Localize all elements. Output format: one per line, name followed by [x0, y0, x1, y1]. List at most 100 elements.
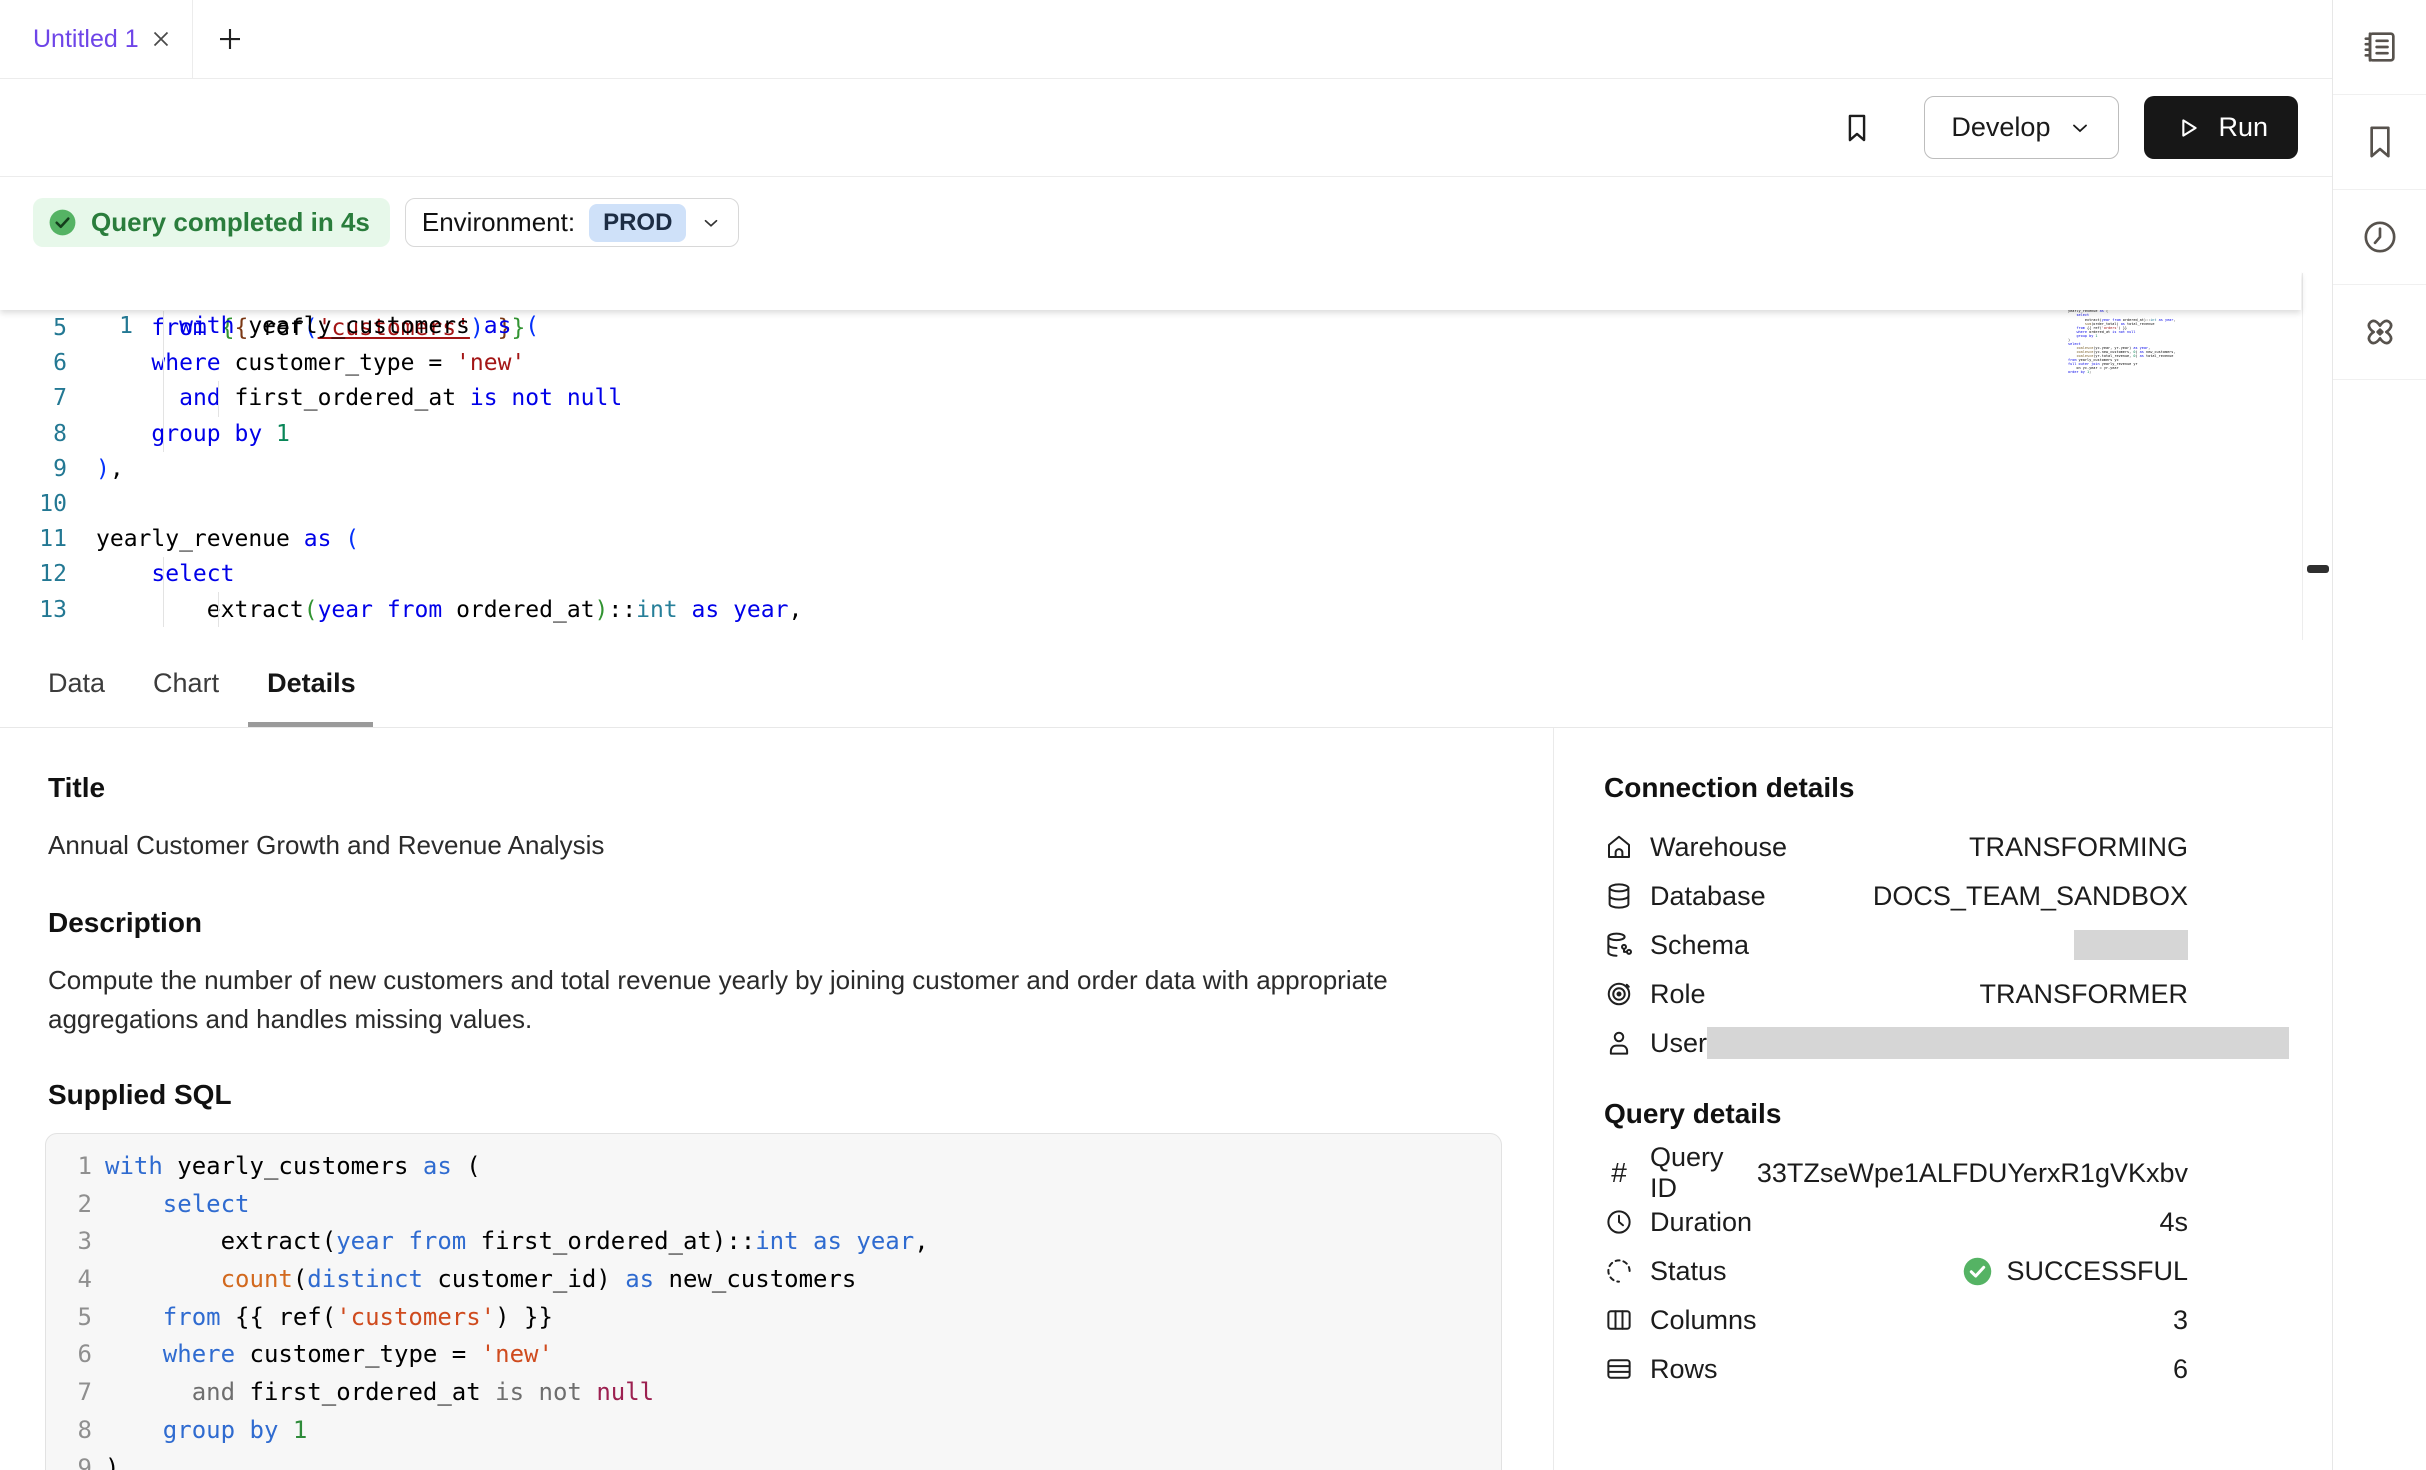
run-button[interactable]: Run: [2144, 96, 2298, 159]
header-row: Develop Run: [0, 79, 2332, 177]
detail-value-text: DOCS_TEAM_SANDBOX: [1873, 881, 2188, 912]
code-token: where: [151, 350, 220, 376]
code-token: as: [484, 313, 512, 339]
history-icon: [2360, 217, 2400, 257]
new-tab-button[interactable]: [215, 24, 245, 54]
sql-editor[interactable]: 1with yearly_customers as ( 5 from {{ re…: [0, 272, 2332, 640]
editor-line[interactable]: 13 extract(year from ordered_at)::int as…: [0, 593, 2332, 628]
code-token: [96, 421, 151, 447]
rail-button-notebook[interactable]: [2333, 0, 2426, 95]
code-token: 'new': [481, 1340, 553, 1368]
develop-label: Develop: [1951, 112, 2050, 143]
detail-value: TRANSFORMER: [1980, 979, 2189, 1010]
detail-label: Rows: [1650, 1354, 1718, 1385]
code-token: (: [293, 1265, 307, 1293]
develop-dropdown[interactable]: Develop: [1924, 96, 2119, 159]
supplied-sql-heading: Supplied SQL: [48, 1079, 1503, 1111]
code-token: as: [692, 597, 720, 623]
tab-details[interactable]: Details: [267, 640, 356, 727]
minimap-line: order by 1;: [2068, 370, 2194, 374]
code-token: customer_id): [423, 1265, 625, 1293]
editor-line[interactable]: 11 yearly_revenue as (: [0, 522, 2332, 557]
code-line: group by 1: [96, 421, 290, 447]
detail-value: 3: [2173, 1305, 2188, 1336]
editor-line[interactable]: 6 where customer_type = 'new': [0, 346, 2332, 381]
detail-value-text: 33TZseWpe1ALFDUYerxR1gVKxbv: [1757, 1158, 2188, 1189]
code-token: ,: [788, 597, 802, 623]
code-token: [262, 421, 276, 447]
code-token: first_ordered_at: [235, 1378, 495, 1406]
line-number: 11: [0, 522, 67, 557]
role-icon: [1604, 979, 1634, 1009]
rail-button-explore[interactable]: [2333, 285, 2426, 380]
code-token: [842, 1227, 856, 1255]
code-token: customer_type =: [235, 1340, 481, 1368]
editor-line[interactable]: 8 group by 1: [0, 417, 2332, 452]
line-number: 5: [52, 1299, 92, 1337]
code-token: yearly_revenue: [96, 526, 304, 552]
code-token: 1: [2095, 334, 2097, 338]
detail-label: Warehouse: [1650, 832, 1787, 863]
explore-icon: [2360, 312, 2400, 352]
code-token: and: [179, 385, 221, 411]
editor-line[interactable]: 9),: [0, 452, 2332, 487]
code-token: [96, 561, 151, 587]
sql-line: 6 where customer_type = 'new': [52, 1336, 1501, 1374]
code-token: extract(: [105, 1227, 336, 1255]
code-token: as: [304, 526, 332, 552]
environment-selector[interactable]: Environment: PROD: [405, 198, 740, 247]
editor-line[interactable]: 12 select: [0, 557, 2332, 592]
code-token: from: [408, 1227, 466, 1255]
editor-code-lines[interactable]: 5 from {{ ref('customers') }}6 where cus…: [0, 311, 2332, 628]
active-tab-indicator: [248, 722, 373, 727]
code-token: ,: [2173, 318, 2175, 322]
line-number: 13: [0, 593, 67, 628]
code-token: [678, 597, 692, 623]
detail-value: 33TZseWpe1ALFDUYerxR1gVKxbv: [1757, 1158, 2188, 1189]
editor-tab-bar: Untitled 1: [0, 0, 2332, 79]
editor-scrollbar[interactable]: [2302, 273, 2332, 640]
detail-label: Columns: [1650, 1305, 1757, 1336]
detail-row-database: DatabaseDOCS_TEAM_SANDBOX: [1604, 879, 2188, 913]
code-token: from: [163, 1303, 221, 1331]
bookmark-icon[interactable]: [1840, 111, 1874, 145]
code-token: [96, 385, 179, 411]
chevron-down-icon: [2068, 116, 2092, 140]
tab-untitled-1[interactable]: Untitled 1: [0, 0, 193, 78]
code-token: as: [625, 1265, 654, 1293]
line-number: 10: [0, 487, 67, 522]
editor-line[interactable]: 10: [0, 487, 2332, 522]
sql-line: 9),: [52, 1450, 1501, 1470]
line-number: 8: [0, 417, 67, 452]
sql-line: 7 and first_ordered_at is not null: [52, 1374, 1501, 1412]
sql-line: 5 from {{ ref('customers') }}: [52, 1299, 1501, 1337]
close-icon[interactable]: [148, 26, 174, 52]
code-token: is not null: [470, 385, 622, 411]
check-circle-icon: [47, 207, 78, 238]
sql-line: 4 count(distinct customer_id) as new_cus…: [52, 1261, 1501, 1299]
detail-label: Query ID: [1650, 1142, 1757, 1204]
code-line: extract(year from ordered_at)::int as ye…: [96, 597, 802, 623]
code-token: (: [452, 1152, 481, 1180]
code-token: first_ordered_at: [221, 385, 470, 411]
detail-value-text: 4s: [2159, 1207, 2188, 1238]
detail-row-schema: Schema: [1604, 928, 2188, 962]
editor-line[interactable]: 7 and first_ordered_at is not null: [0, 381, 2332, 416]
detail-label: Role: [1650, 979, 1706, 1010]
code-token: (: [345, 526, 359, 552]
rail-button-bookmark[interactable]: [2333, 95, 2426, 190]
description-value: Compute the number of new customers and …: [48, 961, 1468, 1039]
tab-chart[interactable]: Chart: [153, 640, 219, 727]
code-token: [511, 313, 525, 339]
details-left-column: Title Annual Customer Growth and Revenue…: [0, 728, 1553, 1470]
detail-row-user: User: [1604, 1026, 2188, 1060]
editor-sticky-line[interactable]: 1with yearly_customers as (: [0, 272, 2301, 310]
title-heading: Title: [48, 772, 1503, 804]
code-token: [799, 1227, 813, 1255]
scrollbar-thumb[interactable]: [2307, 565, 2329, 573]
code-token: {{ ref(: [221, 1303, 337, 1331]
tab-data[interactable]: Data: [48, 640, 105, 727]
rail-button-history[interactable]: [2333, 190, 2426, 285]
detail-label: Status: [1650, 1256, 1727, 1287]
line-number: 1: [83, 308, 126, 344]
